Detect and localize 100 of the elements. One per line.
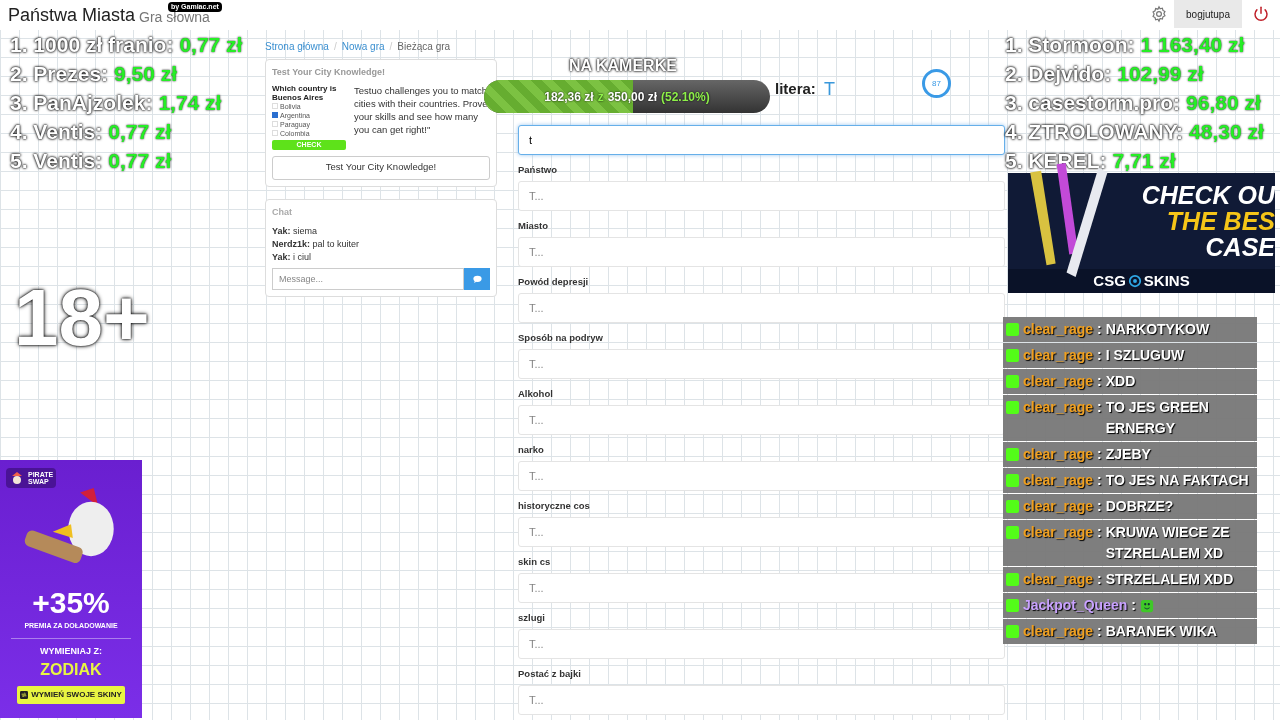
quiz-checkbox[interactable] [272, 112, 278, 118]
leaderboard-amount: 48,30 zł [1189, 118, 1264, 145]
field-label: szlugi [518, 612, 546, 624]
leaderboard-name: 5. Ventis: [10, 147, 103, 174]
platform-icon [1006, 375, 1019, 388]
exchange-button[interactable]: WYMIEŃ SWOJE SKINY [17, 686, 125, 704]
chat-colon: : [1131, 596, 1136, 615]
text-input[interactable]: T... [518, 461, 1005, 491]
breadcrumb-link[interactable]: Nowa gra [341, 38, 385, 54]
chat-username: clear_rage [1023, 497, 1094, 516]
chat-text: STRZELALEM XDD [1105, 570, 1235, 589]
text-input[interactable]: T... [518, 685, 1005, 715]
field-label: narko [518, 444, 545, 456]
send-button[interactable] [464, 268, 490, 290]
leaderboard-name: 5. KEREL: [1005, 147, 1107, 174]
chat-text: KRUWA WIECE ZE STZRELALEM XD [1105, 523, 1231, 563]
text-input[interactable]: T... [518, 349, 1005, 379]
banner-headline: CHECK OU [1141, 182, 1275, 208]
chat-colon: : [1097, 398, 1102, 417]
chat-text: TO JES GREEN ERNERGY [1105, 398, 1210, 438]
banner-headline: CASE [1205, 234, 1275, 260]
field-label: Miasto [518, 220, 550, 232]
text-input[interactable]: T... [518, 293, 1005, 323]
ad-button[interactable]: Test Your City Knowledge! [272, 155, 490, 180]
banner-headline: THE BES [1166, 208, 1275, 234]
chat-colon: : [1097, 497, 1102, 516]
chat-bubble-icon [471, 273, 483, 285]
platform-icon [1006, 474, 1019, 487]
chat-text: NARKOTYKOW [1105, 320, 1211, 339]
target-logo-icon [1127, 274, 1142, 288]
chat-username: clear_rage [1023, 622, 1094, 641]
chat-message: Yak: i ciul [272, 251, 313, 264]
chat-text: TO JES NA FAKTACH [1105, 471, 1250, 490]
chat-colon: : [1097, 346, 1102, 365]
chat-text: XDD [1105, 372, 1137, 391]
platform-icon [1006, 401, 1019, 414]
message-input[interactable]: Message... [272, 268, 464, 290]
leaderboard-amount: 0,77 zł [108, 118, 172, 145]
chat-username: Jackpot_Queen [1023, 596, 1128, 615]
leaderboard-amount: 102,99 zł [1117, 60, 1204, 87]
text-input[interactable]: T... [518, 517, 1005, 547]
text-input[interactable]: T... [518, 237, 1005, 267]
platform-icon [1006, 323, 1019, 336]
goal-current: 182,36 zł [544, 88, 594, 106]
platform-icon [1006, 448, 1019, 461]
chat-username: clear_rage [1023, 445, 1094, 464]
letter-label: litera: [775, 79, 816, 99]
settings-icon[interactable] [1150, 5, 1169, 23]
text-input[interactable]: t [518, 125, 1005, 155]
chat-message: Nerdz1k: pal to kuiter [272, 238, 361, 251]
chat-username: clear_rage [1023, 523, 1094, 542]
chat-colon: : [1097, 320, 1102, 339]
field-label: historyczne cos [518, 500, 591, 512]
breadcrumb-separator: / [389, 39, 393, 54]
chat-colon: : [1097, 570, 1102, 589]
quiz-question: Which country is Buenos Aires [272, 83, 338, 102]
goal-separator: z [597, 88, 604, 106]
leaderboard-name: 1. Stormoon: [1005, 31, 1135, 58]
camera-label: NA KAMERKE [569, 56, 677, 76]
leaderboard-amount: 1 163,40 zł [1140, 31, 1245, 58]
leaderboard-amount: 9,50 zł [114, 60, 178, 87]
leaderboard-name: 1. 1000 zł franio: [10, 31, 174, 58]
text-input[interactable]: T... [518, 405, 1005, 435]
exchange-icon [20, 691, 29, 699]
power-icon[interactable] [1252, 5, 1270, 23]
text-input[interactable]: T... [518, 629, 1005, 659]
site-title[interactable]: Państwa Miasta [8, 6, 136, 30]
leaderboard-name: 3. casestorm.pro: [1005, 89, 1181, 117]
breadcrumb-current: Bieżąca gra [397, 39, 451, 54]
leaderboard-amount: 96,80 zł [1186, 89, 1261, 116]
chat-text: I SZLUGUW [1105, 346, 1186, 365]
chat-text: BARANEK WIKA [1105, 622, 1218, 641]
chat-username: clear_rage [1023, 372, 1094, 391]
field-label: Państwo [518, 164, 559, 176]
platform-icon [1006, 573, 1019, 586]
chat-colon: : [1097, 445, 1102, 464]
user-menu[interactable]: bogjutupa [1174, 0, 1242, 28]
smiley-emote-icon [1139, 599, 1154, 613]
text-input[interactable]: T... [518, 573, 1005, 603]
platform-icon [1006, 599, 1019, 612]
chat-text: ZJEBY [1105, 445, 1152, 464]
card-title: Test Your City Knowledge! [272, 66, 386, 79]
leaderboard-name: 2. Dejvido: [1005, 60, 1112, 88]
text-input[interactable]: T... [518, 181, 1005, 211]
chat-colon: : [1097, 622, 1102, 641]
platform-icon [1006, 625, 1019, 638]
goal-percent: (52.10%) [661, 88, 710, 106]
chat-title: Chat [272, 205, 293, 219]
ad-description: Testuo challenges you to match cities with their countries. Prove your skills and see how many you can get right!" [354, 83, 489, 137]
chat-username: clear_rage [1023, 346, 1094, 365]
leaderboard-amount: 7,71 zł [1112, 147, 1176, 174]
bonus-percent: +35% [32, 588, 110, 618]
platform-icon [1006, 349, 1019, 362]
age-rating-label: 18+ [14, 278, 150, 358]
leaderboard-amount: 0,77 zł [108, 147, 172, 174]
field-label: Alkohol [518, 388, 554, 400]
platform-icon [1006, 526, 1019, 539]
breadcrumb-link[interactable]: Strona główna [265, 38, 329, 54]
leaderboard-amount: 1,74 zł [158, 89, 222, 116]
platform-icon [1006, 500, 1019, 513]
